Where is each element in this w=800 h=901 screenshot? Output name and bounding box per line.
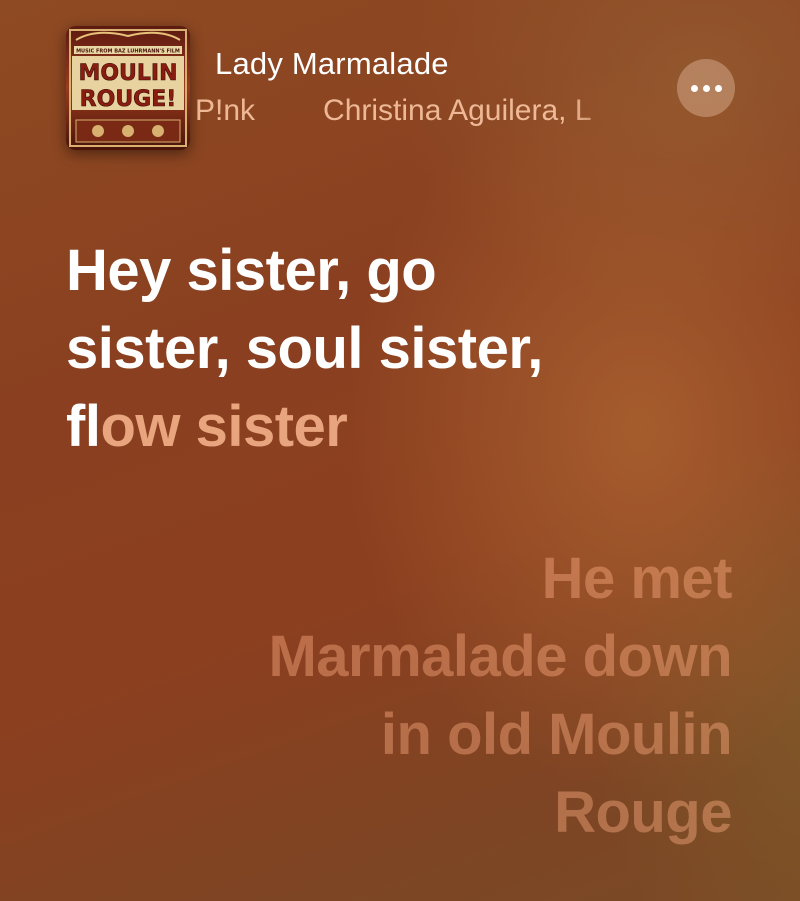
lyric-text: flow sister	[66, 388, 686, 466]
ellipsis-icon	[702, 84, 710, 92]
lyric-pending-text: ow sister	[100, 394, 348, 459]
lyric-line-active[interactable]: Hey sister, go sister, soul sister, flow…	[66, 232, 686, 466]
lyric-text: Hey sister, go	[66, 238, 437, 303]
ellipsis-icon	[690, 84, 698, 92]
lyric-text: Rouge	[554, 780, 732, 845]
artist-name[interactable]: P!nk	[195, 94, 255, 128]
artist-name[interactable]: Christina Aguilera, L	[323, 94, 591, 128]
now-playing-header: MUSIC FROM BAZ LUHRMANN'S FILM MOULIN RO…	[0, 0, 800, 170]
more-options-button[interactable]	[677, 59, 735, 117]
album-art-title-line2: ROUGE!	[80, 87, 177, 112]
track-title[interactable]: Lady Marmalade	[215, 46, 449, 82]
artist-list[interactable]: P!nk Christina Aguilera, L	[195, 94, 635, 134]
ellipsis-icon	[714, 84, 722, 92]
lyric-text: sister, soul sister,	[66, 316, 543, 381]
album-art-caption: MUSIC FROM BAZ LUHRMANN'S FILM	[76, 49, 180, 55]
lyric-sung-text: fl	[66, 394, 101, 459]
album-art-title-line1: MOULIN	[78, 61, 177, 86]
album-art-image: MUSIC FROM BAZ LUHRMANN'S FILM MOULIN RO…	[66, 26, 190, 150]
lyric-text: He met	[541, 546, 733, 611]
lyric-text: in old Moulin	[380, 702, 733, 767]
album-art[interactable]: MUSIC FROM BAZ LUHRMANN'S FILM MOULIN RO…	[66, 26, 190, 150]
lyric-text: Marmalade down	[268, 624, 732, 689]
lyric-line-next[interactable]: He met Marmalade down in old Moulin Roug…	[112, 540, 732, 852]
